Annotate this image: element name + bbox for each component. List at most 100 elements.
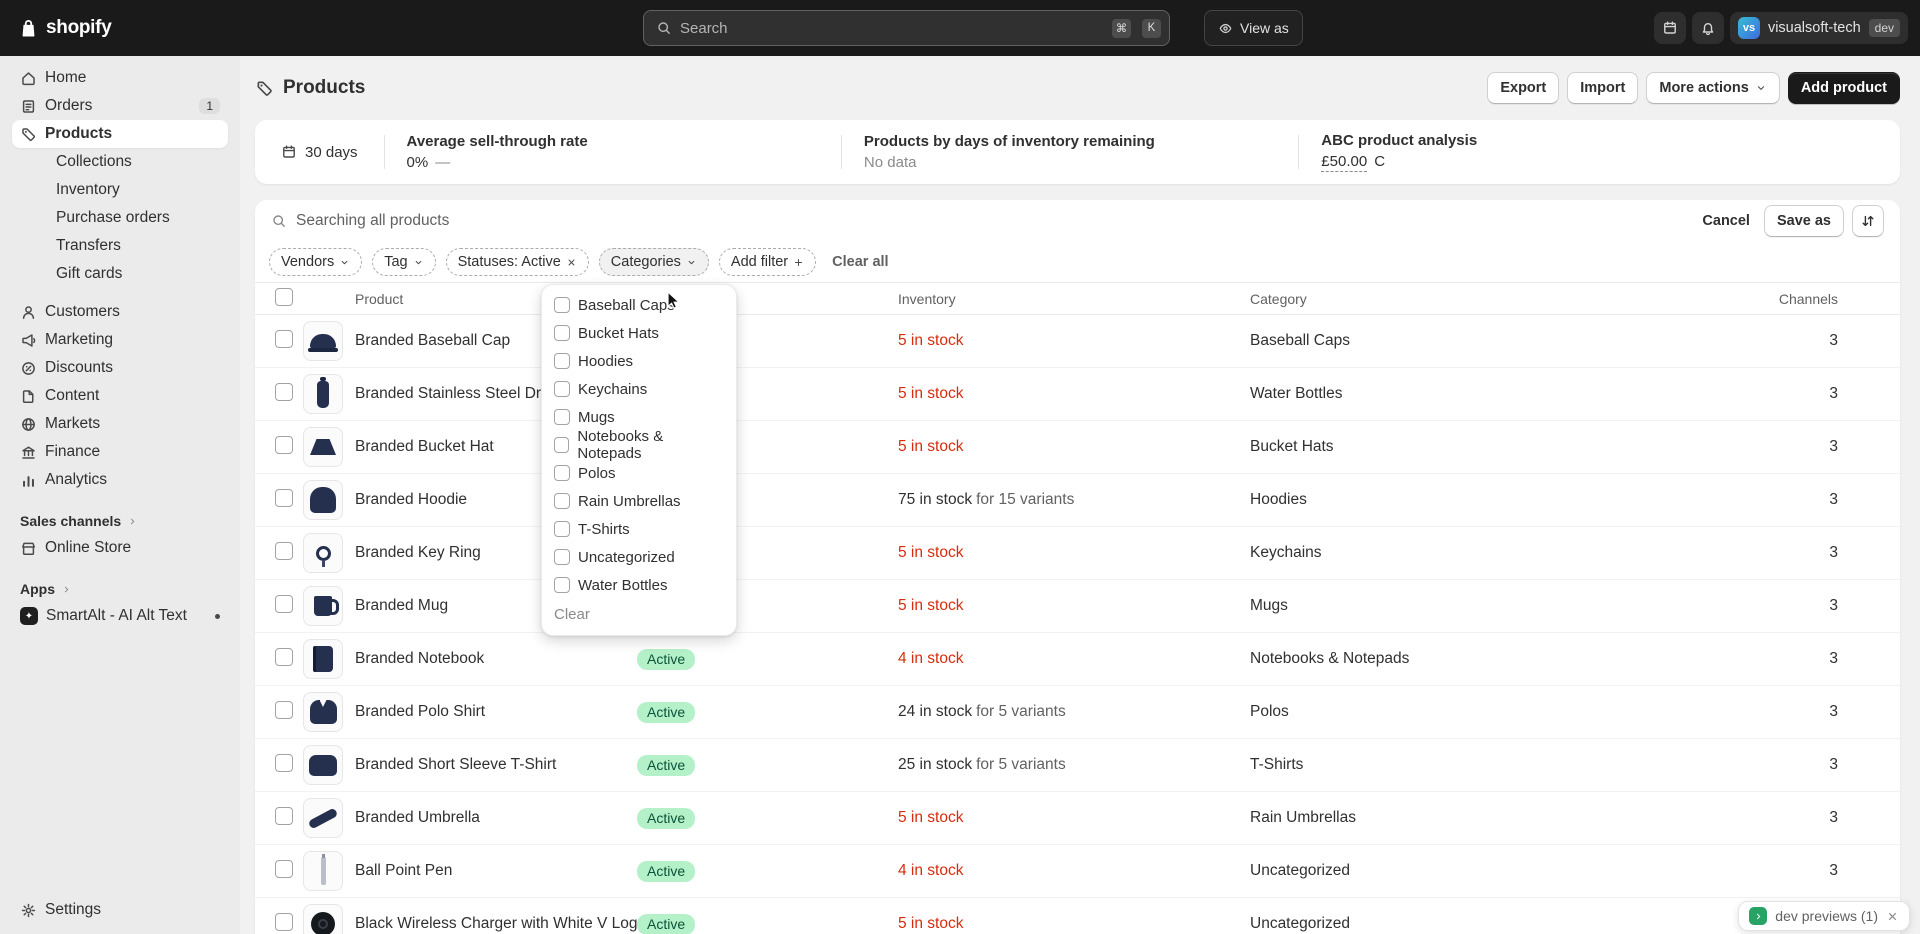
table-row[interactable]: Branded Key RingActive5 in stockKeychain…: [255, 527, 1900, 580]
row-checkbox[interactable]: [275, 701, 293, 719]
calendar-button[interactable]: [1654, 12, 1686, 44]
table-row[interactable]: Branded Baseball CapActive5 in stockBase…: [255, 315, 1900, 368]
row-checkbox[interactable]: [275, 860, 293, 878]
more-actions-button[interactable]: More actions: [1646, 72, 1779, 104]
notifications-button[interactable]: [1692, 12, 1724, 44]
row-checkbox[interactable]: [275, 595, 293, 613]
sidebar-item-settings[interactable]: Settings: [12, 896, 228, 924]
table-row[interactable]: Branded Stainless Steel Drinks BottleAct…: [255, 368, 1900, 421]
sidebar-item-discounts[interactable]: Discounts: [12, 354, 228, 382]
sort-button[interactable]: [1852, 205, 1884, 237]
sidebar-item-smartalt-ai-alt-text[interactable]: ✦SmartAlt - AI Alt Text: [12, 602, 228, 630]
category-option-t-shirts[interactable]: T-Shirts: [542, 515, 736, 543]
row-checkbox[interactable]: [275, 330, 293, 348]
sidebar-item-gift-cards[interactable]: Gift cards: [12, 260, 228, 288]
save-as-button[interactable]: Save as: [1764, 205, 1844, 237]
category-option-keychains[interactable]: Keychains: [542, 375, 736, 403]
sidebar-item-content[interactable]: Content: [12, 382, 228, 410]
table-row[interactable]: Branded HoodieActive75 in stockfor 15 va…: [255, 474, 1900, 527]
table-row[interactable]: Branded UmbrellaActive5 in stockRain Umb…: [255, 792, 1900, 845]
date-range-button[interactable]: 30 days: [255, 120, 384, 184]
import-button[interactable]: Import: [1567, 72, 1638, 104]
table-row[interactable]: Branded Short Sleeve T-ShirtActive25 in …: [255, 739, 1900, 792]
global-search-input[interactable]: Search ⌘ K: [643, 10, 1170, 46]
add-product-button[interactable]: Add product: [1788, 72, 1900, 104]
column-header-category[interactable]: Category: [1250, 291, 1720, 307]
checkbox[interactable]: [554, 577, 570, 593]
row-checkbox[interactable]: [275, 542, 293, 560]
category-option-baseball-caps[interactable]: Baseball Caps: [542, 291, 736, 319]
column-header-channels[interactable]: Channels: [1720, 291, 1880, 307]
cancel-button[interactable]: Cancel: [1696, 205, 1756, 237]
table-row[interactable]: Black Wireless Charger with White V Logo…: [255, 898, 1900, 934]
row-checkbox[interactable]: [275, 648, 293, 666]
checkbox[interactable]: [554, 325, 570, 341]
sidebar-item-inventory[interactable]: Inventory: [12, 176, 228, 204]
category-option-mugs[interactable]: Mugs: [542, 403, 736, 431]
product-thumbnail: [303, 480, 343, 520]
filter-chip-statuses-active[interactable]: Statuses: Active: [446, 248, 589, 276]
sales-channels-header[interactable]: Sales channels: [0, 508, 240, 534]
table-row[interactable]: Branded MugActive5 in stockMugs3: [255, 580, 1900, 633]
product-name: Branded Short Sleeve T-Shirt: [355, 756, 637, 774]
filter-chip-categories[interactable]: Categories: [599, 248, 709, 276]
clear-all-button[interactable]: Clear all: [826, 246, 894, 278]
sidebar-item-products[interactable]: Products: [12, 120, 228, 148]
checkbox[interactable]: [554, 297, 570, 313]
sidebar-item-customers[interactable]: Customers: [12, 298, 228, 326]
table-row[interactable]: Branded Polo ShirtActive24 in stockfor 5…: [255, 686, 1900, 739]
table-row[interactable]: Branded Bucket HatActive5 in stockBucket…: [255, 421, 1900, 474]
row-checkbox[interactable]: [275, 436, 293, 454]
checkbox[interactable]: [554, 409, 570, 425]
category-option-rain-umbrellas[interactable]: Rain Umbrellas: [542, 487, 736, 515]
product-search-text[interactable]: Searching all products: [296, 212, 1687, 230]
category-option-label: Notebooks & Notepads: [577, 428, 724, 462]
sidebar-item-marketing[interactable]: Marketing: [12, 326, 228, 354]
shopify-logo[interactable]: shopify: [0, 17, 111, 39]
column-header-inventory[interactable]: Inventory: [898, 291, 1250, 307]
sidebar-item-home[interactable]: Home: [12, 64, 228, 92]
row-checkbox[interactable]: [275, 807, 293, 825]
filter-chip-vendors[interactable]: Vendors: [269, 248, 362, 276]
dev-previews-toast[interactable]: dev previews (1): [1738, 901, 1910, 931]
select-all-checkbox[interactable]: [275, 288, 293, 306]
category-option-hoodies[interactable]: Hoodies: [542, 347, 736, 375]
export-button[interactable]: Export: [1487, 72, 1559, 104]
brand-name: shopify: [46, 17, 111, 39]
metric-value: No data: [864, 154, 1276, 171]
category-option-polos[interactable]: Polos: [542, 459, 736, 487]
checkbox[interactable]: [554, 381, 570, 397]
apps-header[interactable]: Apps: [0, 576, 240, 602]
category-option-bucket-hats[interactable]: Bucket Hats: [542, 319, 736, 347]
category-option-water-bottles[interactable]: Water Bottles: [542, 571, 736, 599]
sidebar-item-collections[interactable]: Collections: [12, 148, 228, 176]
category-option-uncategorized[interactable]: Uncategorized: [542, 543, 736, 571]
sidebar-item-purchase-orders[interactable]: Purchase orders: [12, 204, 228, 232]
sidebar-item-markets[interactable]: Markets: [12, 410, 228, 438]
table-row[interactable]: Ball Point PenActive4 in stockUncategori…: [255, 845, 1900, 898]
sidebar-item-online-store[interactable]: Online Store: [12, 534, 228, 562]
table-row[interactable]: Branded NotebookActive4 in stockNotebook…: [255, 633, 1900, 686]
category-option-notebooks-notepads[interactable]: Notebooks & Notepads: [542, 431, 736, 459]
row-checkbox[interactable]: [275, 489, 293, 507]
metric-extra: C: [1374, 153, 1385, 170]
sidebar-item-finance[interactable]: Finance: [12, 438, 228, 466]
filter-chip-tag[interactable]: Tag: [372, 248, 435, 276]
row-checkbox[interactable]: [275, 754, 293, 772]
clear-categories-button[interactable]: Clear: [542, 599, 736, 629]
view-as-button[interactable]: View as: [1204, 10, 1303, 46]
row-checkbox[interactable]: [275, 913, 293, 931]
checkbox[interactable]: [554, 521, 570, 537]
checkbox[interactable]: [554, 437, 569, 453]
checkbox[interactable]: [554, 493, 570, 509]
row-checkbox[interactable]: [275, 383, 293, 401]
sidebar-item-transfers[interactable]: Transfers: [12, 232, 228, 260]
user-menu[interactable]: vs visualsoft-tech dev: [1730, 12, 1908, 44]
add-filter-button[interactable]: Add filter: [719, 248, 816, 276]
checkbox[interactable]: [554, 353, 570, 369]
sidebar-item-orders[interactable]: Orders1: [12, 92, 228, 120]
close-icon[interactable]: [1886, 910, 1899, 923]
checkbox[interactable]: [554, 465, 570, 481]
sidebar-item-analytics[interactable]: Analytics: [12, 466, 228, 494]
checkbox[interactable]: [554, 549, 570, 565]
